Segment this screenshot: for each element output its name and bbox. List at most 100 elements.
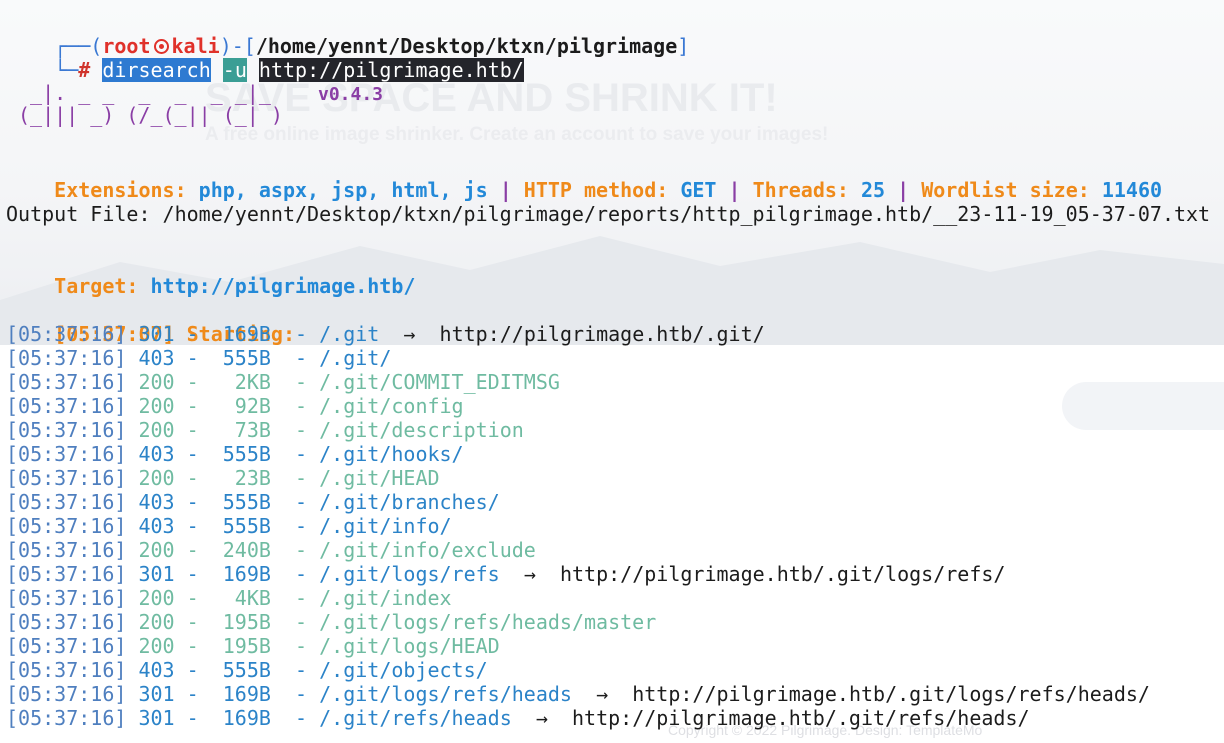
result-path: /.git/ [319,346,392,370]
result-time: [05:37:16] [6,346,127,370]
result-dash: - [270,586,320,610]
result-redirect: http://pilgrimage.htb/.git/ [439,322,765,346]
result-time: [05:37:16] [6,442,127,466]
command-name: dirsearch [102,58,211,82]
result-size: 555B [210,442,271,466]
result-dash: - [270,610,320,634]
result-status: 301 [138,562,175,586]
result-status: 403 [138,514,175,538]
result-time: [05:37:16] [6,634,127,658]
result-path: /.git/logs/refs/heads [319,682,572,706]
result-dash: - [270,562,320,586]
result-path: /.git/description [319,418,524,442]
result-dash: - [270,682,320,706]
result-size: 169B [210,706,271,730]
result-size: 92B [210,394,271,418]
result-size: 555B [210,346,271,370]
result-path: /.git/HEAD [319,466,440,490]
result-dash: - [174,370,211,394]
wordlist-value: 11460 [1101,178,1163,202]
result-dash: - [270,346,320,370]
result-dash: - [270,394,320,418]
result-time: [05:37:16] [6,706,127,730]
result-redirect: http://pilgrimage.htb/.git/logs/refs/hea… [632,682,1150,706]
result-redirect: http://pilgrimage.htb/.git/refs/heads/ [571,706,1030,730]
command-url: http://pilgrimage.htb/ [258,58,524,82]
result-time: [05:37:16] [6,490,127,514]
target-line: Target: http://pilgrimage.htb/ [6,250,415,298]
result-size: 195B [210,634,271,658]
result-time: [05:37:16] [6,538,127,562]
result-row: [05:37:16] 301 - 169B - /.git/refs/heads… [6,706,1030,730]
version-label: v0.4.3 [318,84,384,105]
result-row: [05:37:16] 200 - 195B - /.git/logs/refs/… [6,610,656,634]
threads-label: Threads: [752,178,849,202]
result-dash: - [270,466,320,490]
terminal-output[interactable]: ┌──(root kali)-[/home/yennt/Desktop/ktxn/… [0,0,1224,743]
prompt-frame-bottom: └─ [54,58,79,82]
result-row: [05:37:16] 200 - 240B - /.git/info/exclu… [6,538,536,562]
result-dash: - [174,490,211,514]
result-path: /.git/config [319,394,464,418]
result-size: 23B [210,466,271,490]
result-row: [05:37:16] 403 - 555B - /.git/branches/ [6,490,500,514]
command-flag: -u [222,58,247,82]
command-line[interactable]: └─# dirsearch -u http://pilgrimage.htb/ [6,34,524,82]
redirect-arrow-icon: → [499,562,560,586]
result-status: 403 [138,346,175,370]
result-dash: - [174,418,211,442]
starting-line: [05:37:07] Starting: [6,298,295,346]
result-size: 240B [210,538,271,562]
result-status: 200 [138,418,175,442]
result-row: [05:37:16] 301 - 169B - /.git/logs/refs/… [6,682,1150,706]
result-dash: - [270,706,320,730]
result-path: /.git/info/ [319,514,452,538]
result-path: /.git/hooks/ [319,442,464,466]
result-dash: - [174,394,211,418]
prompt-line: ┌──(root kali)-[/home/yennt/Desktop/ktxn/… [6,10,689,58]
result-status: 200 [138,370,175,394]
result-row: [05:37:16] 200 - 92B - /.git/config [6,394,464,418]
result-status: 403 [138,658,175,682]
result-time: [05:37:16] [6,610,127,634]
result-row: [05:37:16] 403 - 555B - /.git/hooks/ [6,442,464,466]
result-dash: - [174,538,211,562]
result-status: 301 [138,322,175,346]
result-row: [05:37:16] 301 - 169B - /.git → http://p… [6,322,765,346]
result-status: 200 [138,610,175,634]
result-time: [05:37:16] [6,562,127,586]
result-path: /.git/info/exclude [319,538,536,562]
result-dash: - [270,490,320,514]
result-dash: - [270,442,320,466]
result-status: 403 [138,490,175,514]
result-time: [05:37:16] [6,514,127,538]
result-time: [05:37:16] [6,682,127,706]
redirect-arrow-icon: → [571,682,633,706]
result-row: [05:37:16] 200 - 4KB - /.git/index [6,586,452,610]
result-status: 200 [138,586,175,610]
result-time: [05:37:16] [6,370,127,394]
result-row: [05:37:16] 301 - 169B - /.git/logs/refs … [6,562,1005,586]
result-path: /.git/refs/heads [319,706,512,730]
result-dash: - [270,658,320,682]
method-value: GET [680,178,717,202]
redirect-arrow-icon: → [379,322,440,346]
result-size: 73B [210,418,271,442]
result-path: /.git/branches/ [319,490,500,514]
result-dash: - [174,442,211,466]
result-time: [05:37:16] [6,418,127,442]
result-row: [05:37:16] 403 - 555B - /.git/objects/ [6,658,488,682]
result-dash: - [174,322,211,346]
result-dash: - [270,514,320,538]
result-dash: - [174,706,211,730]
result-time: [05:37:16] [6,466,127,490]
output-file-line: Output File: /home/yennt/Desktop/ktxn/pi… [6,202,1211,226]
result-size: 169B [210,682,271,706]
result-size: 4KB [210,586,271,610]
result-dash: - [270,634,320,658]
result-size: 169B [210,562,271,586]
result-size: 555B [210,490,271,514]
result-status: 403 [138,442,175,466]
result-row: [05:37:16] 403 - 555B - /.git/ [6,346,391,370]
result-time: [05:37:16] [6,658,127,682]
